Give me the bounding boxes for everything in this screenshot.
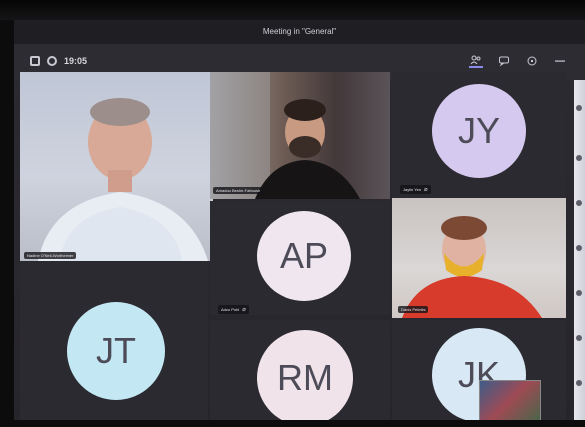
participant-avatar-tile-7[interactable]: RM (210, 320, 390, 420)
status-dot-icon (576, 335, 582, 341)
status-dot-icon (576, 245, 582, 251)
participant-name-tag: Adzo Pohl ⌀ (218, 305, 249, 314)
participant-name: Adzo Pohl (221, 307, 240, 312)
title-bar: Meeting in "General" (14, 20, 585, 44)
avatar: RM (257, 330, 353, 420)
participant-name: Amadou Beshir-Fattoush (216, 188, 261, 193)
shield-icon[interactable] (30, 56, 40, 66)
avatar-initials: RM (277, 357, 333, 398)
monitor-bezel (0, 0, 585, 20)
status-dot-icon (576, 380, 582, 386)
teams-meeting-window: Meeting in "General" 19:05 Nadine O'Neil… (14, 20, 585, 420)
side-panel-edge (574, 80, 585, 420)
meeting-title: Meeting in "General" (262, 27, 337, 36)
participants-icon[interactable] (469, 54, 483, 68)
mic-muted-icon: ⌀ (242, 307, 246, 313)
participant-video-tile-1[interactable]: Nadine O'Neil-Wortheimer (20, 72, 213, 261)
participant-name-tag: Amadou Beshir-Fattoush (213, 187, 264, 194)
avatar: JT (67, 302, 165, 400)
participant-name: Jaylin Yen (403, 187, 422, 192)
participant-avatar-tile-4[interactable]: AP Adzo Pohl ⌀ (210, 201, 390, 315)
meeting-timer: 19:05 (64, 56, 88, 66)
participant-name-tag: Jaylin Yen ⌀ (400, 185, 431, 194)
more-icon[interactable] (553, 54, 567, 68)
participant-name-tag: Danis Pelmits (398, 306, 429, 313)
camera-icon[interactable] (525, 54, 539, 68)
participant-avatar-tile-3[interactable]: JY Jaylin Yen ⌀ (392, 72, 566, 198)
avatar: AP (257, 211, 351, 301)
avatar-initials: JT (96, 330, 136, 371)
participant-name: Nadine O'Neil-Wortheimer (27, 253, 74, 258)
participant-video-tile-2[interactable]: Amadou Beshir-Fattoush (210, 72, 390, 199)
mic-muted-icon: ⌀ (424, 187, 428, 193)
avatar-initials: JY (457, 110, 500, 151)
participant-name: Danis Pelmits (401, 307, 426, 312)
status-dot-icon (576, 290, 582, 296)
avatar: JY (432, 84, 526, 178)
status-dot-icon (576, 105, 582, 111)
participant-video-frame (38, 98, 208, 261)
chat-icon[interactable] (497, 54, 511, 68)
status-dot-icon (576, 155, 582, 161)
avatar-initials: AP (279, 235, 329, 276)
participant-avatar-tile-6[interactable]: JT (20, 262, 208, 420)
participant-video-frame (402, 216, 542, 318)
self-view-preview[interactable] (479, 380, 541, 420)
participant-video-frame (210, 72, 360, 199)
info-icon[interactable] (47, 56, 57, 66)
participant-video-tile-5[interactable]: Danis Pelmits (392, 198, 566, 318)
status-dot-icon (576, 200, 582, 206)
participant-name-tag: Nadine O'Neil-Wortheimer (24, 252, 77, 259)
